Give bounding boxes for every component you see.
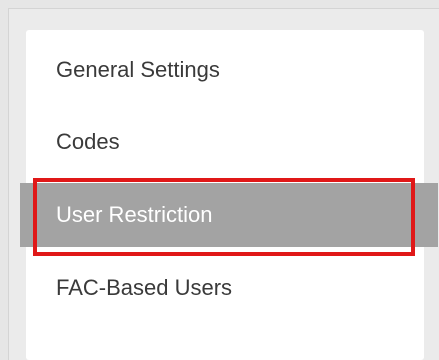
settings-menu-panel: General Settings Codes User Restriction …	[20, 30, 438, 360]
menu-item-label: General Settings	[56, 57, 220, 82]
menu-item-general-settings[interactable]: General Settings	[26, 42, 424, 98]
menu-item-codes[interactable]: Codes	[26, 114, 424, 170]
menu-item-label: Codes	[56, 129, 120, 154]
menu-item-user-restriction[interactable]: User Restriction	[20, 183, 438, 247]
menu-item-label: FAC-Based Users	[56, 275, 233, 300]
menu-item-fac-based-users[interactable]: FAC-Based Users	[26, 260, 424, 316]
menu-item-label: User Restriction	[56, 202, 213, 227]
